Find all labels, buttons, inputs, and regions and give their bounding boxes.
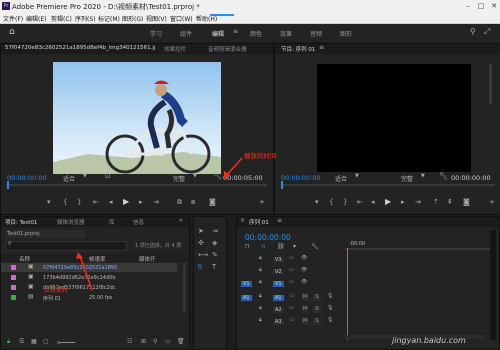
annotation-arrow-clip — [79, 255, 93, 291]
annotation-overlay — [76, 157, 243, 291]
annotation-click-clip: 点击素材 — [44, 287, 69, 294]
annotation-playback-time: 播放的时间 — [244, 152, 277, 160]
watermark: jingyan.baidu.com — [392, 336, 466, 345]
